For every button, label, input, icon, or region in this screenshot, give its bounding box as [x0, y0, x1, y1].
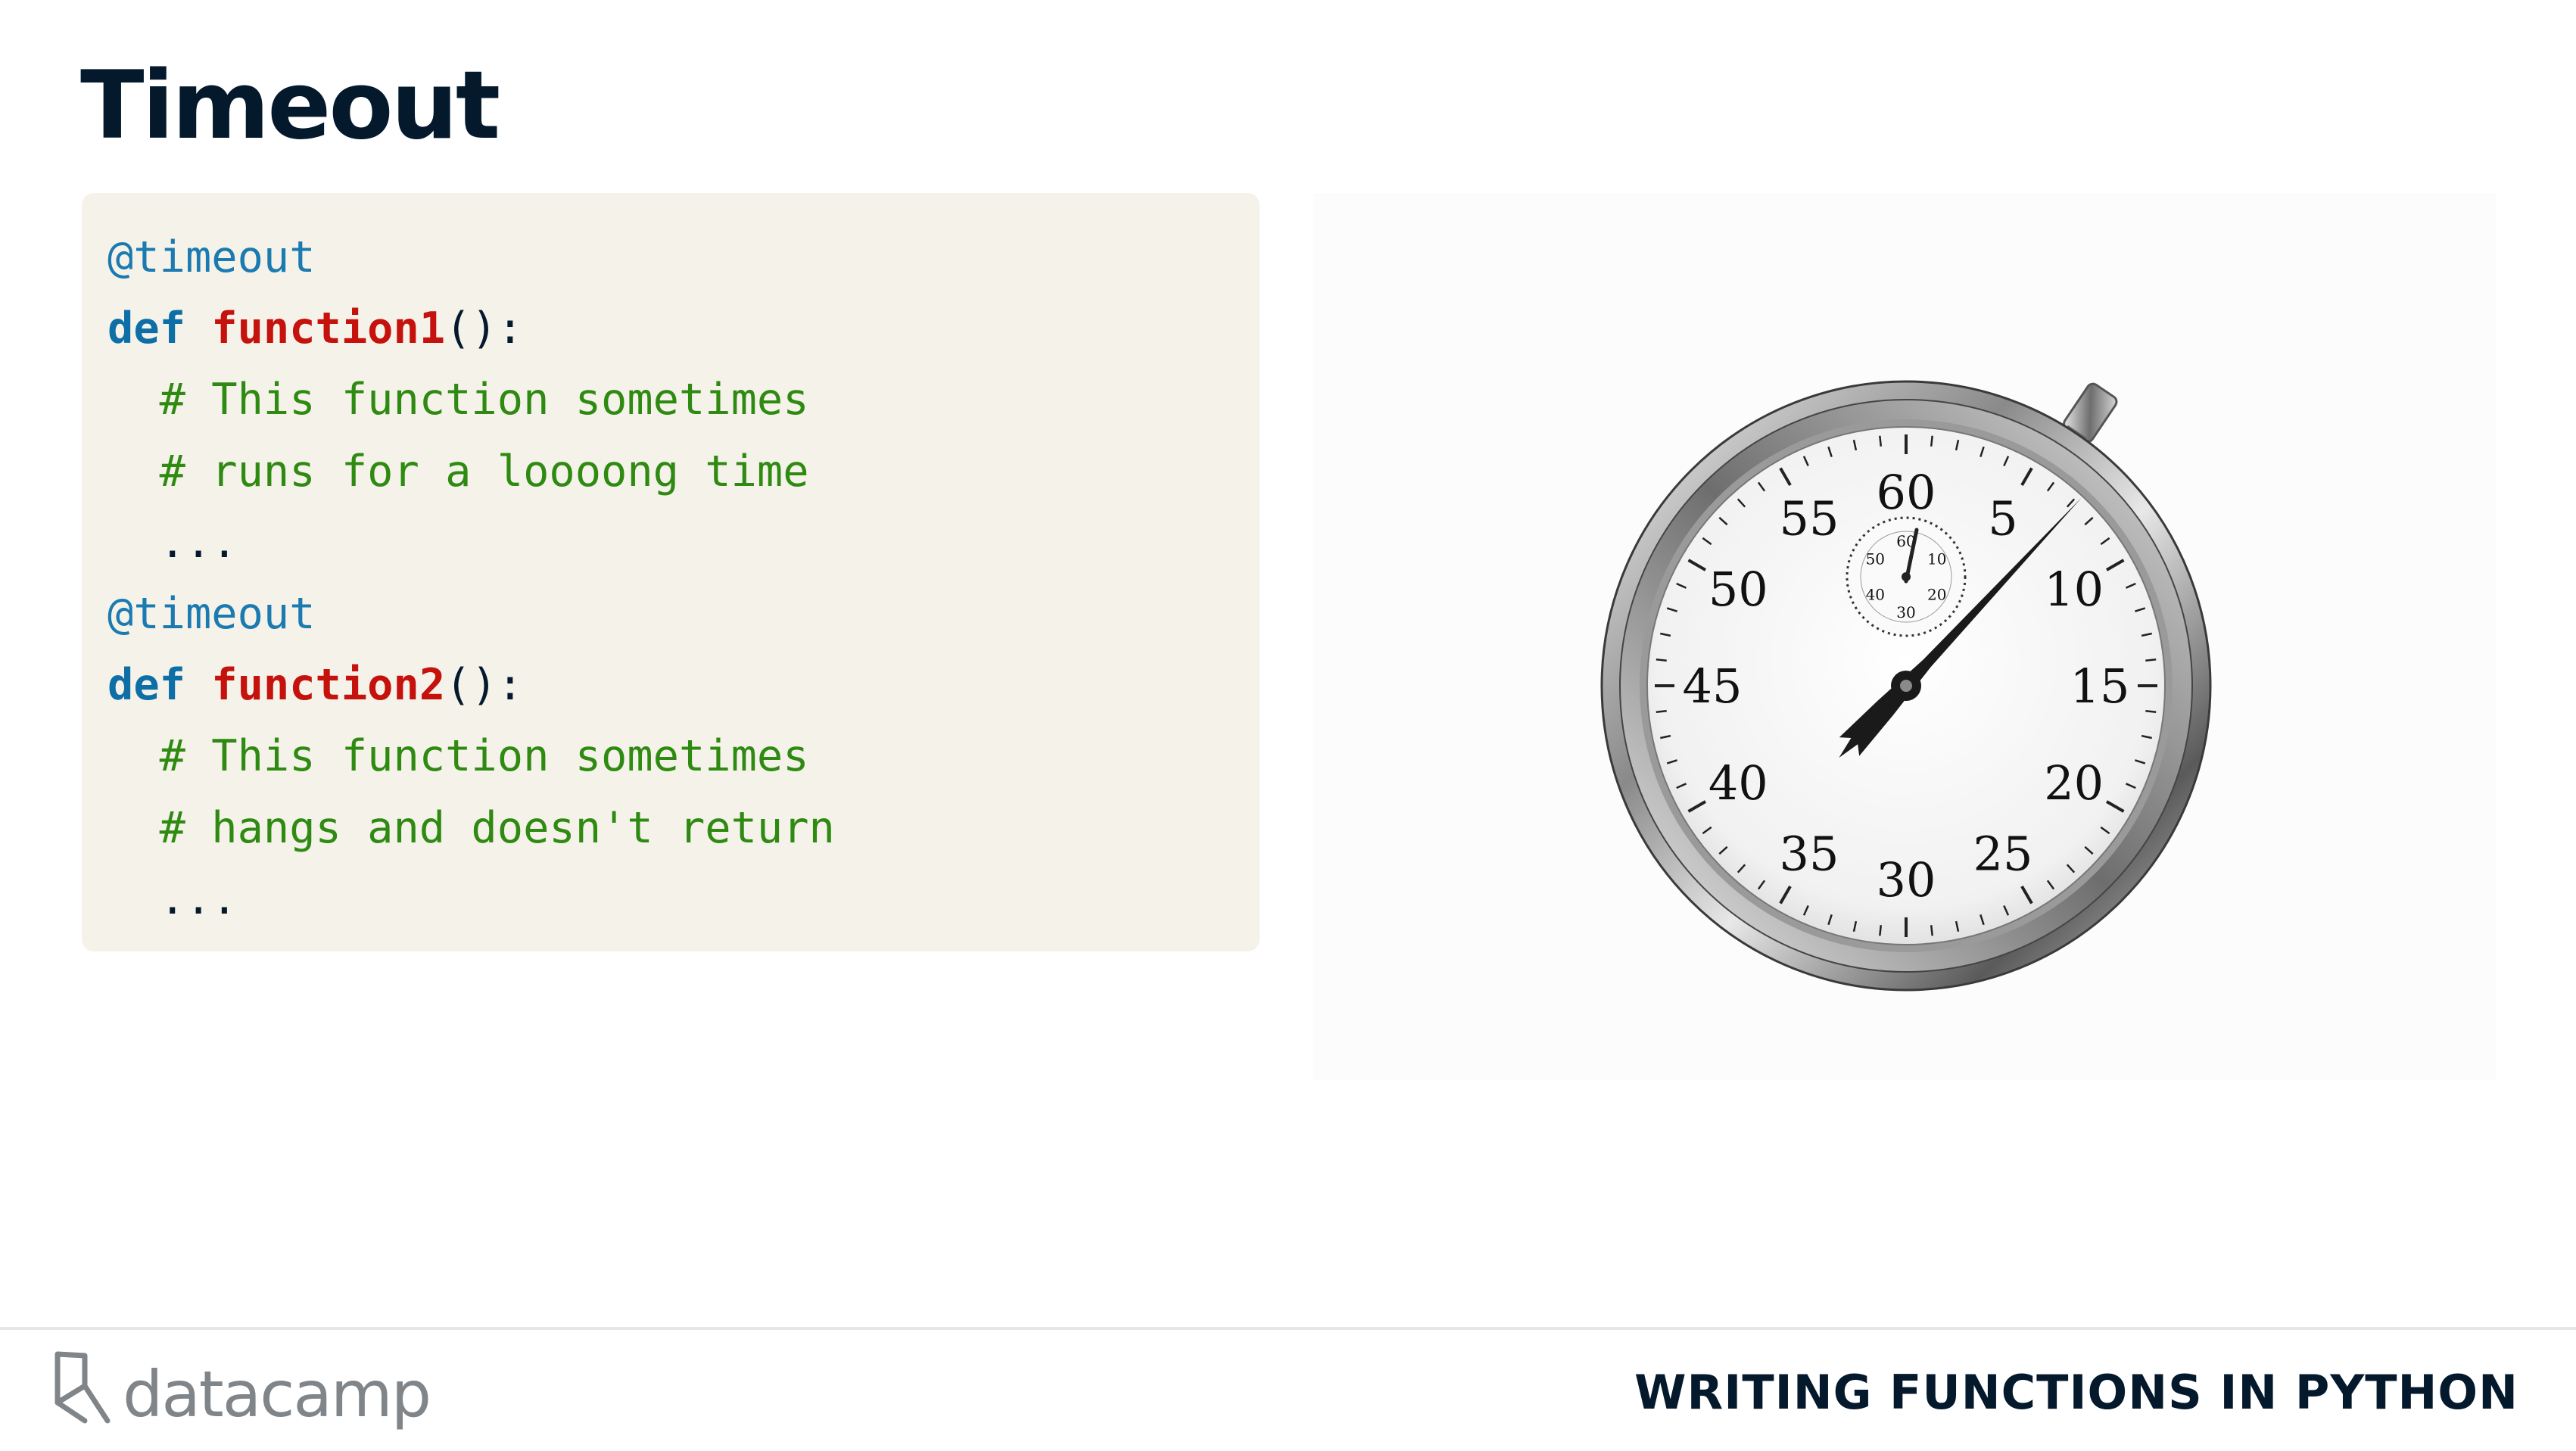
course-title: WRITING FUNCTIONS IN PYTHON	[1634, 1365, 2518, 1420]
dial-tick	[1879, 435, 1883, 447]
code-token: @timeout	[107, 588, 316, 639]
footer-divider	[0, 1327, 2576, 1330]
subdial-label: 20	[1927, 586, 1946, 604]
code-token: # hangs and doesn't return	[107, 802, 835, 853]
code-token: @timeout	[107, 232, 316, 282]
dial-tick	[1656, 659, 1667, 662]
subdial-label: 10	[1927, 550, 1946, 568]
code-token: # This function sometimes	[107, 731, 809, 782]
datacamp-logo-icon	[55, 1351, 111, 1424]
dial-label: 50	[1709, 562, 1768, 617]
code-token: ...	[107, 517, 238, 568]
dial-tick	[1930, 435, 1933, 447]
code-token: def	[107, 304, 185, 354]
code-line: ...	[107, 864, 1260, 935]
dial-label: 15	[2070, 659, 2130, 714]
dial-tick	[1656, 709, 1667, 713]
code-token: def	[107, 660, 185, 711]
subdial-label: 50	[1866, 550, 1885, 568]
dial-label: 30	[1877, 852, 1936, 908]
slide-title: Timeout	[80, 51, 500, 160]
code-line: @timeout	[107, 222, 1260, 293]
stopwatch-image: 60 5 10 15 20 25 30 35 40 45 50 55 60 10 20 30 40 50	[1313, 193, 2496, 1080]
code-line: # hangs and doesn't return	[107, 792, 1260, 864]
dial-label: 60	[1877, 465, 1936, 520]
code-line: # This function sometimes	[107, 721, 1260, 792]
dial-label: 10	[2044, 562, 2104, 617]
code-token: # This function sometimes	[107, 375, 809, 425]
code-token: function1	[211, 304, 446, 354]
dial-label: 40	[1709, 755, 1768, 811]
code-line: def function2():	[107, 649, 1260, 721]
subdial-label: 40	[1866, 586, 1885, 604]
logo-wordmark: datacamp	[123, 1357, 431, 1431]
code-token: ():	[445, 660, 524, 711]
code-line: # runs for a loooong time	[107, 436, 1260, 507]
code-line: def function1():	[107, 293, 1260, 364]
dial-label: 25	[1973, 827, 2033, 882]
code-token: # runs for a loooong time	[107, 446, 809, 497]
code-line: # This function sometimes	[107, 364, 1260, 435]
dial-tick	[2145, 659, 2157, 662]
dial-tick	[1930, 925, 1933, 936]
code-block: @timeout def function1(): # This function…	[82, 193, 1260, 951]
code-line: @timeout	[107, 578, 1260, 649]
dial-tick	[2145, 709, 2157, 713]
code-token: function2	[211, 660, 446, 711]
dial-label: 20	[2044, 755, 2104, 811]
dial-tick	[1879, 925, 1883, 936]
code-line: ...	[107, 507, 1260, 578]
dial-label: 55	[1780, 490, 1839, 546]
stopwatch-icon: 60 510152025303540455055 601020304050	[1600, 380, 2212, 992]
dial-label: 5	[1988, 490, 2017, 546]
dial-label: 35	[1780, 827, 1839, 882]
code-token: ():	[445, 304, 524, 354]
subdial-label: 30	[1896, 603, 1915, 621]
code-token: ...	[107, 873, 238, 924]
dial-label: 45	[1683, 659, 1743, 714]
